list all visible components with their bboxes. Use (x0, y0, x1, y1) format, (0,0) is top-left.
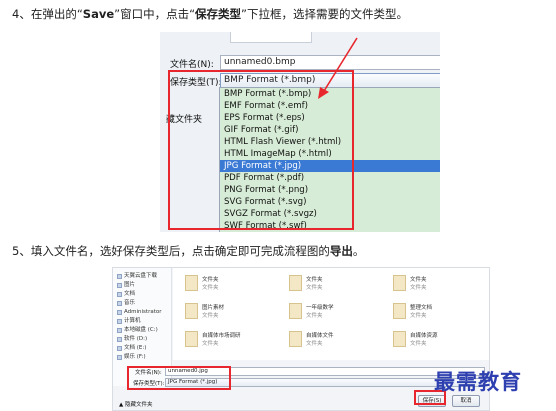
watermark-logo: 最需教育 (434, 369, 522, 394)
filename-label: 文件名(N): (170, 60, 214, 70)
folder-icon (289, 331, 302, 347)
folder-icon (185, 303, 198, 319)
sidebar-item[interactable]: 图片 (113, 281, 171, 290)
sidebar-item[interactable]: 本地磁盘 (C:) (113, 326, 171, 335)
sidebar-item[interactable]: 文档 (E:) (113, 344, 171, 353)
folder-icon (185, 275, 198, 291)
folder-icon (393, 275, 406, 291)
folder-icon (117, 328, 122, 333)
file-item[interactable]: 自媒体文件 文件夹 (289, 330, 389, 350)
filename-input[interactable]: unnamed0.bmp (220, 55, 440, 70)
sidebar-item[interactable]: 文档 (113, 290, 171, 299)
folder-icon (117, 301, 122, 306)
folder-icon (393, 303, 406, 319)
toolbar-strip (230, 32, 312, 43)
highlight-box-filename-type (127, 366, 231, 390)
file-item[interactable]: 整理文档 文件夹 (393, 302, 489, 322)
sidebar-item[interactable]: Administrator (113, 308, 171, 317)
folder-icon (117, 319, 122, 324)
save-type-word: 保存类型 (195, 7, 242, 21)
folder-icon (117, 346, 122, 351)
file-item[interactable]: 一年级数学 文件夹 (289, 302, 389, 322)
export-word: 导出 (329, 244, 353, 258)
file-item[interactable]: 文件夹 文件夹 (393, 274, 489, 294)
folder-icon (185, 331, 198, 347)
file-item[interactable]: 图片素材 文件夹 (185, 302, 285, 322)
file-item[interactable]: 文件夹 文件夹 (185, 274, 285, 294)
folder-icon (393, 331, 406, 347)
file-item[interactable]: 文件夹 文件夹 (289, 274, 389, 294)
sidebar-item[interactable]: 娱乐 (F:) (113, 353, 171, 362)
step-5-text: 5、填入文件名，选好保存类型后，点击确定即可完成流程图的导出。 (12, 244, 365, 258)
file-item[interactable]: 自媒体资源 文件夹 (393, 330, 489, 350)
step-4-text: 4、在弹出的“Save”窗口中，点击“保存类型”下拉框，选择需要的文件类型。 (12, 7, 409, 21)
folder-icon (117, 283, 122, 288)
save-word: Save (82, 7, 115, 21)
folder-icon (117, 310, 122, 315)
folder-icon (289, 303, 302, 319)
sidebar-item[interactable]: 软件 (D:) (113, 335, 171, 344)
file-item[interactable]: 自媒体市场调研 文件夹 (185, 330, 285, 350)
folder-icon (117, 337, 122, 342)
folder-icon (117, 292, 122, 297)
sidebar-item[interactable]: 音乐 (113, 299, 171, 308)
folder-icon (117, 355, 122, 360)
file-list: 文件夹 文件夹 文件夹 文件夹 文件夹 文件夹 图片素材 文件夹 一年级数学 文件夹 整理文档 文件夹… (173, 268, 489, 360)
folder-icon (117, 274, 122, 279)
hide-folders-toggle[interactable]: ▲ 隐藏文件夹 (119, 400, 153, 408)
folder-icon (289, 275, 302, 291)
sidebar-item[interactable]: 计算机 (113, 317, 171, 326)
sidebar-item[interactable]: 天翼云盘下载 (113, 272, 171, 281)
highlight-box-type (168, 70, 354, 230)
cancel-button[interactable]: 取消 (452, 395, 480, 407)
